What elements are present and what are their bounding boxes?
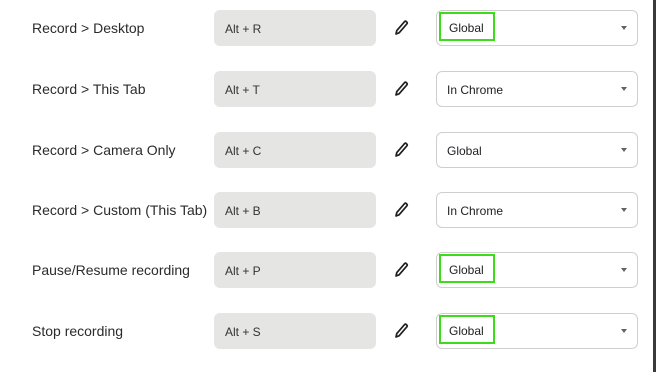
scope-dropdown[interactable]: Global <box>436 313 638 349</box>
pencil-icon[interactable] <box>390 198 412 222</box>
shortcut-keys-field[interactable]: Alt + P <box>214 252 376 288</box>
shortcut-label: Pause/Resume recording <box>32 262 190 278</box>
scope-dropdown[interactable]: Global <box>436 10 638 46</box>
shortcut-keys-field[interactable]: Alt + B <box>214 192 376 228</box>
shortcut-keys-field[interactable]: Alt + C <box>214 132 376 168</box>
shortcut-label: Record > Custom (This Tab) <box>32 202 208 218</box>
shortcut-label: Record > Camera Only <box>32 142 176 158</box>
keyboard-shortcuts-panel: Record > Desktop Alt + R Global Record >… <box>0 0 656 372</box>
scope-dropdown[interactable]: In Chrome <box>436 71 638 107</box>
shortcut-row-record-this-tab: Record > This Tab Alt + T In Chrome <box>0 71 656 131</box>
chevron-down-icon <box>621 87 627 91</box>
scope-selected-value: In Chrome <box>447 204 504 218</box>
scope-selected-value: Global <box>439 315 495 344</box>
shortcut-keys-field[interactable]: Alt + T <box>214 71 376 107</box>
shortcut-keys-field[interactable]: Alt + S <box>214 313 376 349</box>
scope-selected-value: In Chrome <box>447 83 504 97</box>
shortcut-keys-field[interactable]: Alt + R <box>214 10 376 46</box>
scope-selected-value: Global <box>439 12 495 41</box>
chevron-down-icon <box>621 148 627 152</box>
shortcut-row-record-camera-only: Record > Camera Only Alt + C Global <box>0 132 656 192</box>
shortcut-row-stop-recording: Stop recording Alt + S Global <box>0 313 656 372</box>
chevron-down-icon <box>621 208 627 212</box>
shortcut-label: Stop recording <box>32 323 124 339</box>
scope-dropdown[interactable]: Global <box>436 252 638 288</box>
shortcut-label: Record > This Tab <box>32 81 146 97</box>
shortcut-label: Record > Desktop <box>32 20 145 36</box>
pencil-icon[interactable] <box>390 319 412 343</box>
shortcut-row-pause-resume: Pause/Resume recording Alt + P Global <box>0 252 656 312</box>
scope-selected-value: Global <box>447 144 482 158</box>
chevron-down-icon <box>621 26 627 30</box>
shortcut-row-record-custom: Record > Custom (This Tab) Alt + B In Ch… <box>0 192 656 252</box>
pencil-icon[interactable] <box>390 77 412 101</box>
pencil-icon[interactable] <box>390 16 412 40</box>
scope-dropdown[interactable]: In Chrome <box>436 192 638 228</box>
pencil-icon[interactable] <box>390 138 412 162</box>
chevron-down-icon <box>621 329 627 333</box>
scope-dropdown[interactable]: Global <box>436 132 638 168</box>
scope-selected-value: Global <box>439 254 495 283</box>
chevron-down-icon <box>621 268 627 272</box>
pencil-icon[interactable] <box>390 258 412 282</box>
shortcut-row-record-desktop: Record > Desktop Alt + R Global <box>0 10 656 70</box>
